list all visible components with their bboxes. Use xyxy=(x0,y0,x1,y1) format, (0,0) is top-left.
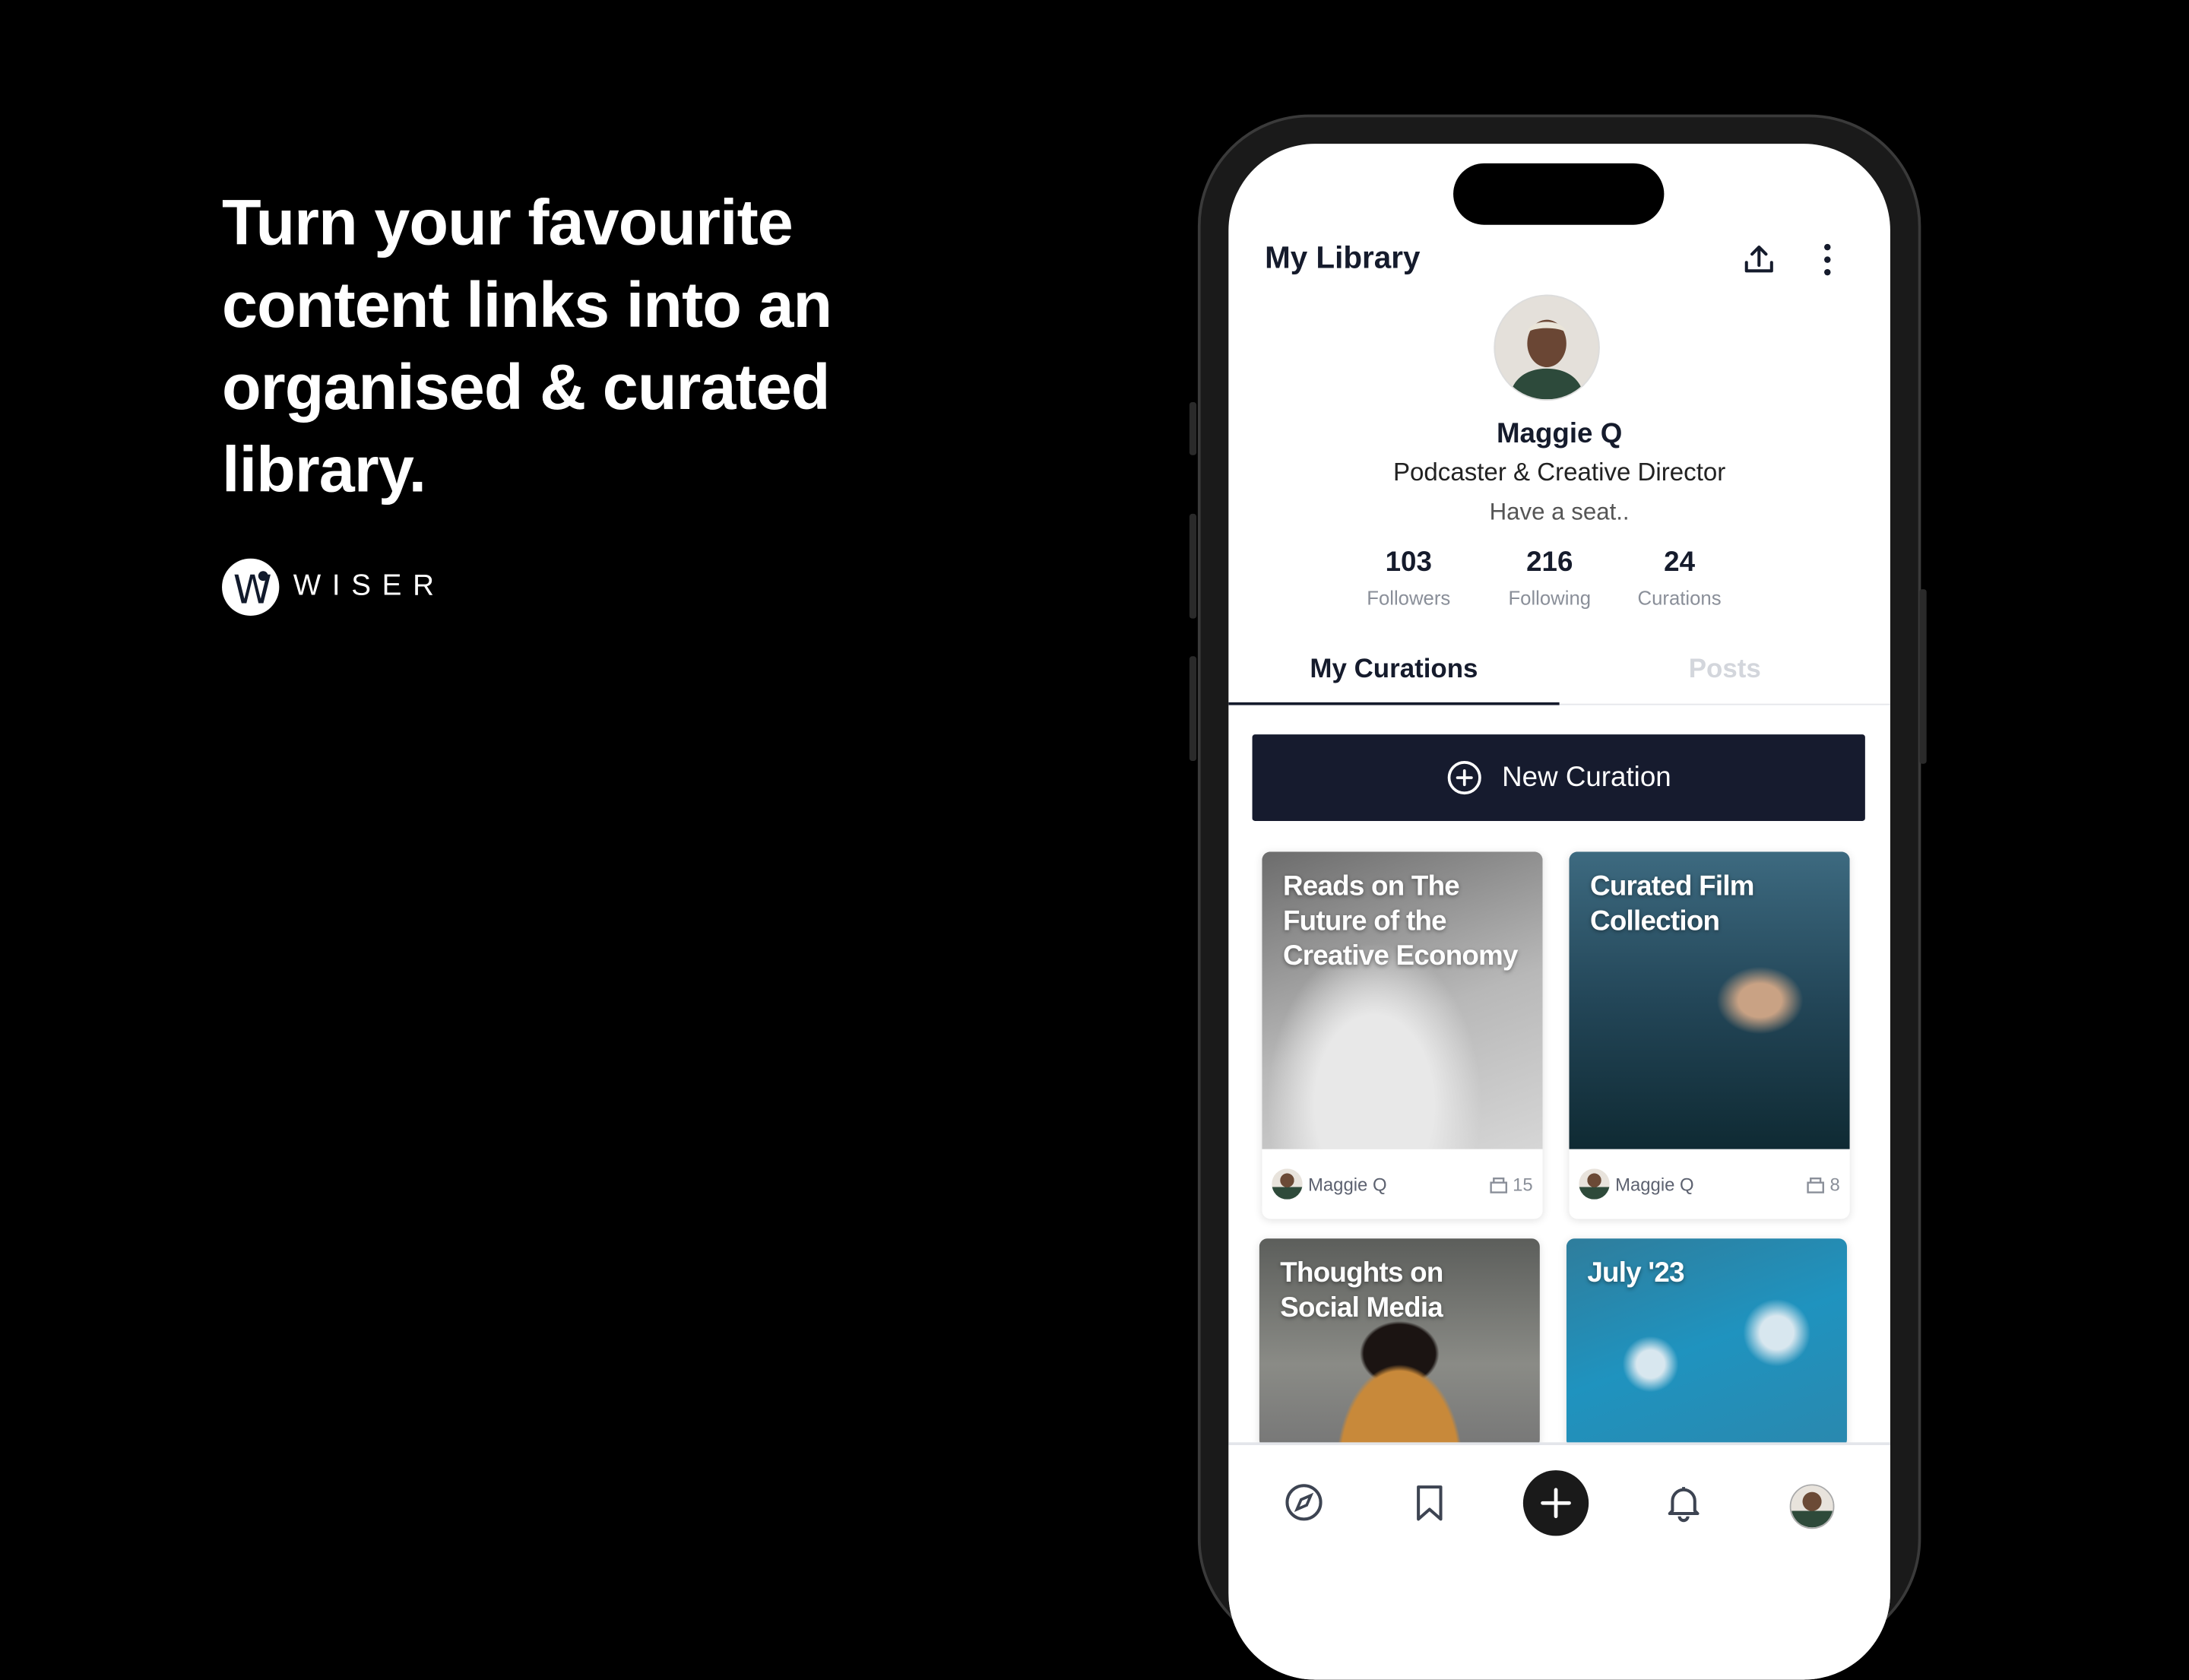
active-tab-indicator xyxy=(1228,702,1560,705)
phone-button xyxy=(1189,513,1197,619)
stat-label: Curations xyxy=(1637,586,1722,609)
curation-card[interactable]: Reads on The Future of the Creative Econ… xyxy=(1262,851,1543,1219)
author-avatar xyxy=(1272,1168,1303,1200)
avatar[interactable] xyxy=(1494,294,1600,401)
curation-card[interactable]: July '23 xyxy=(1566,1238,1847,1448)
compass-icon[interactable] xyxy=(1283,1482,1325,1523)
bell-icon[interactable] xyxy=(1663,1482,1705,1523)
add-button[interactable] xyxy=(1522,1470,1589,1536)
profile-bio: Have a seat.. xyxy=(1489,498,1630,525)
items-icon xyxy=(1806,1177,1824,1193)
stat-value: 24 xyxy=(1664,547,1696,578)
bookmark-icon[interactable] xyxy=(1408,1482,1450,1523)
curation-card[interactable]: Curated Film Collection Maggie Q 8 xyxy=(1569,851,1850,1219)
stat-followers[interactable]: 103 Followers xyxy=(1332,547,1485,609)
page-title: My Library xyxy=(1265,239,1421,275)
wiser-logo-text: WISER xyxy=(293,569,445,602)
item-count: 15 xyxy=(1513,1173,1533,1195)
app-screen: My Library Maggie Q Podcaster & Creative… xyxy=(1228,144,1890,1680)
phone-button xyxy=(1189,401,1197,455)
curation-title: Reads on The Future of the Creative Econ… xyxy=(1282,871,1519,972)
curation-card[interactable]: Thoughts on Social Media xyxy=(1259,1238,1540,1448)
author-name: Maggie Q xyxy=(1308,1173,1387,1195)
profile-avatar[interactable] xyxy=(1789,1484,1835,1529)
phone-button xyxy=(1189,656,1197,762)
plus-circle-icon xyxy=(1447,761,1481,795)
curation-title: July '23 xyxy=(1587,1257,1684,1289)
plus-icon xyxy=(1541,1488,1571,1519)
profile-role: Podcaster & Creative Director xyxy=(1392,458,1726,487)
curation-title: Thoughts on Social Media xyxy=(1280,1257,1443,1324)
items-icon xyxy=(1489,1177,1507,1193)
profile-name: Maggie Q xyxy=(1496,419,1623,450)
curation-image: July '23 xyxy=(1566,1238,1847,1448)
author-avatar xyxy=(1579,1168,1610,1200)
share-icon[interactable] xyxy=(1741,242,1777,278)
phone-button xyxy=(1919,589,1927,764)
tab-my-curations[interactable]: My Curations xyxy=(1228,655,1559,685)
curation-image: Curated Film Collection xyxy=(1569,851,1850,1149)
marketing-headline: Turn your favourite content links into a… xyxy=(222,185,832,506)
new-curation-label: New Curation xyxy=(1502,761,1671,793)
wiser-logo-icon: W xyxy=(222,558,280,616)
curation-title: Curated Film Collection xyxy=(1590,871,1754,937)
new-curation-button[interactable]: New Curation xyxy=(1252,734,1865,821)
tab-posts[interactable]: Posts xyxy=(1560,655,1890,685)
stat-label: Followers xyxy=(1367,586,1451,609)
dynamic-island xyxy=(1453,163,1665,225)
curation-image: Thoughts on Social Media xyxy=(1259,1238,1540,1448)
more-vertical-icon[interactable] xyxy=(1809,242,1845,278)
author-name: Maggie Q xyxy=(1615,1173,1694,1195)
item-count: 8 xyxy=(1829,1173,1840,1195)
curation-image: Reads on The Future of the Creative Econ… xyxy=(1262,851,1543,1149)
bottom-nav xyxy=(1228,1445,1890,1680)
stat-curations[interactable]: 24 Curations xyxy=(1603,547,1757,609)
stat-value: 103 xyxy=(1385,547,1432,578)
